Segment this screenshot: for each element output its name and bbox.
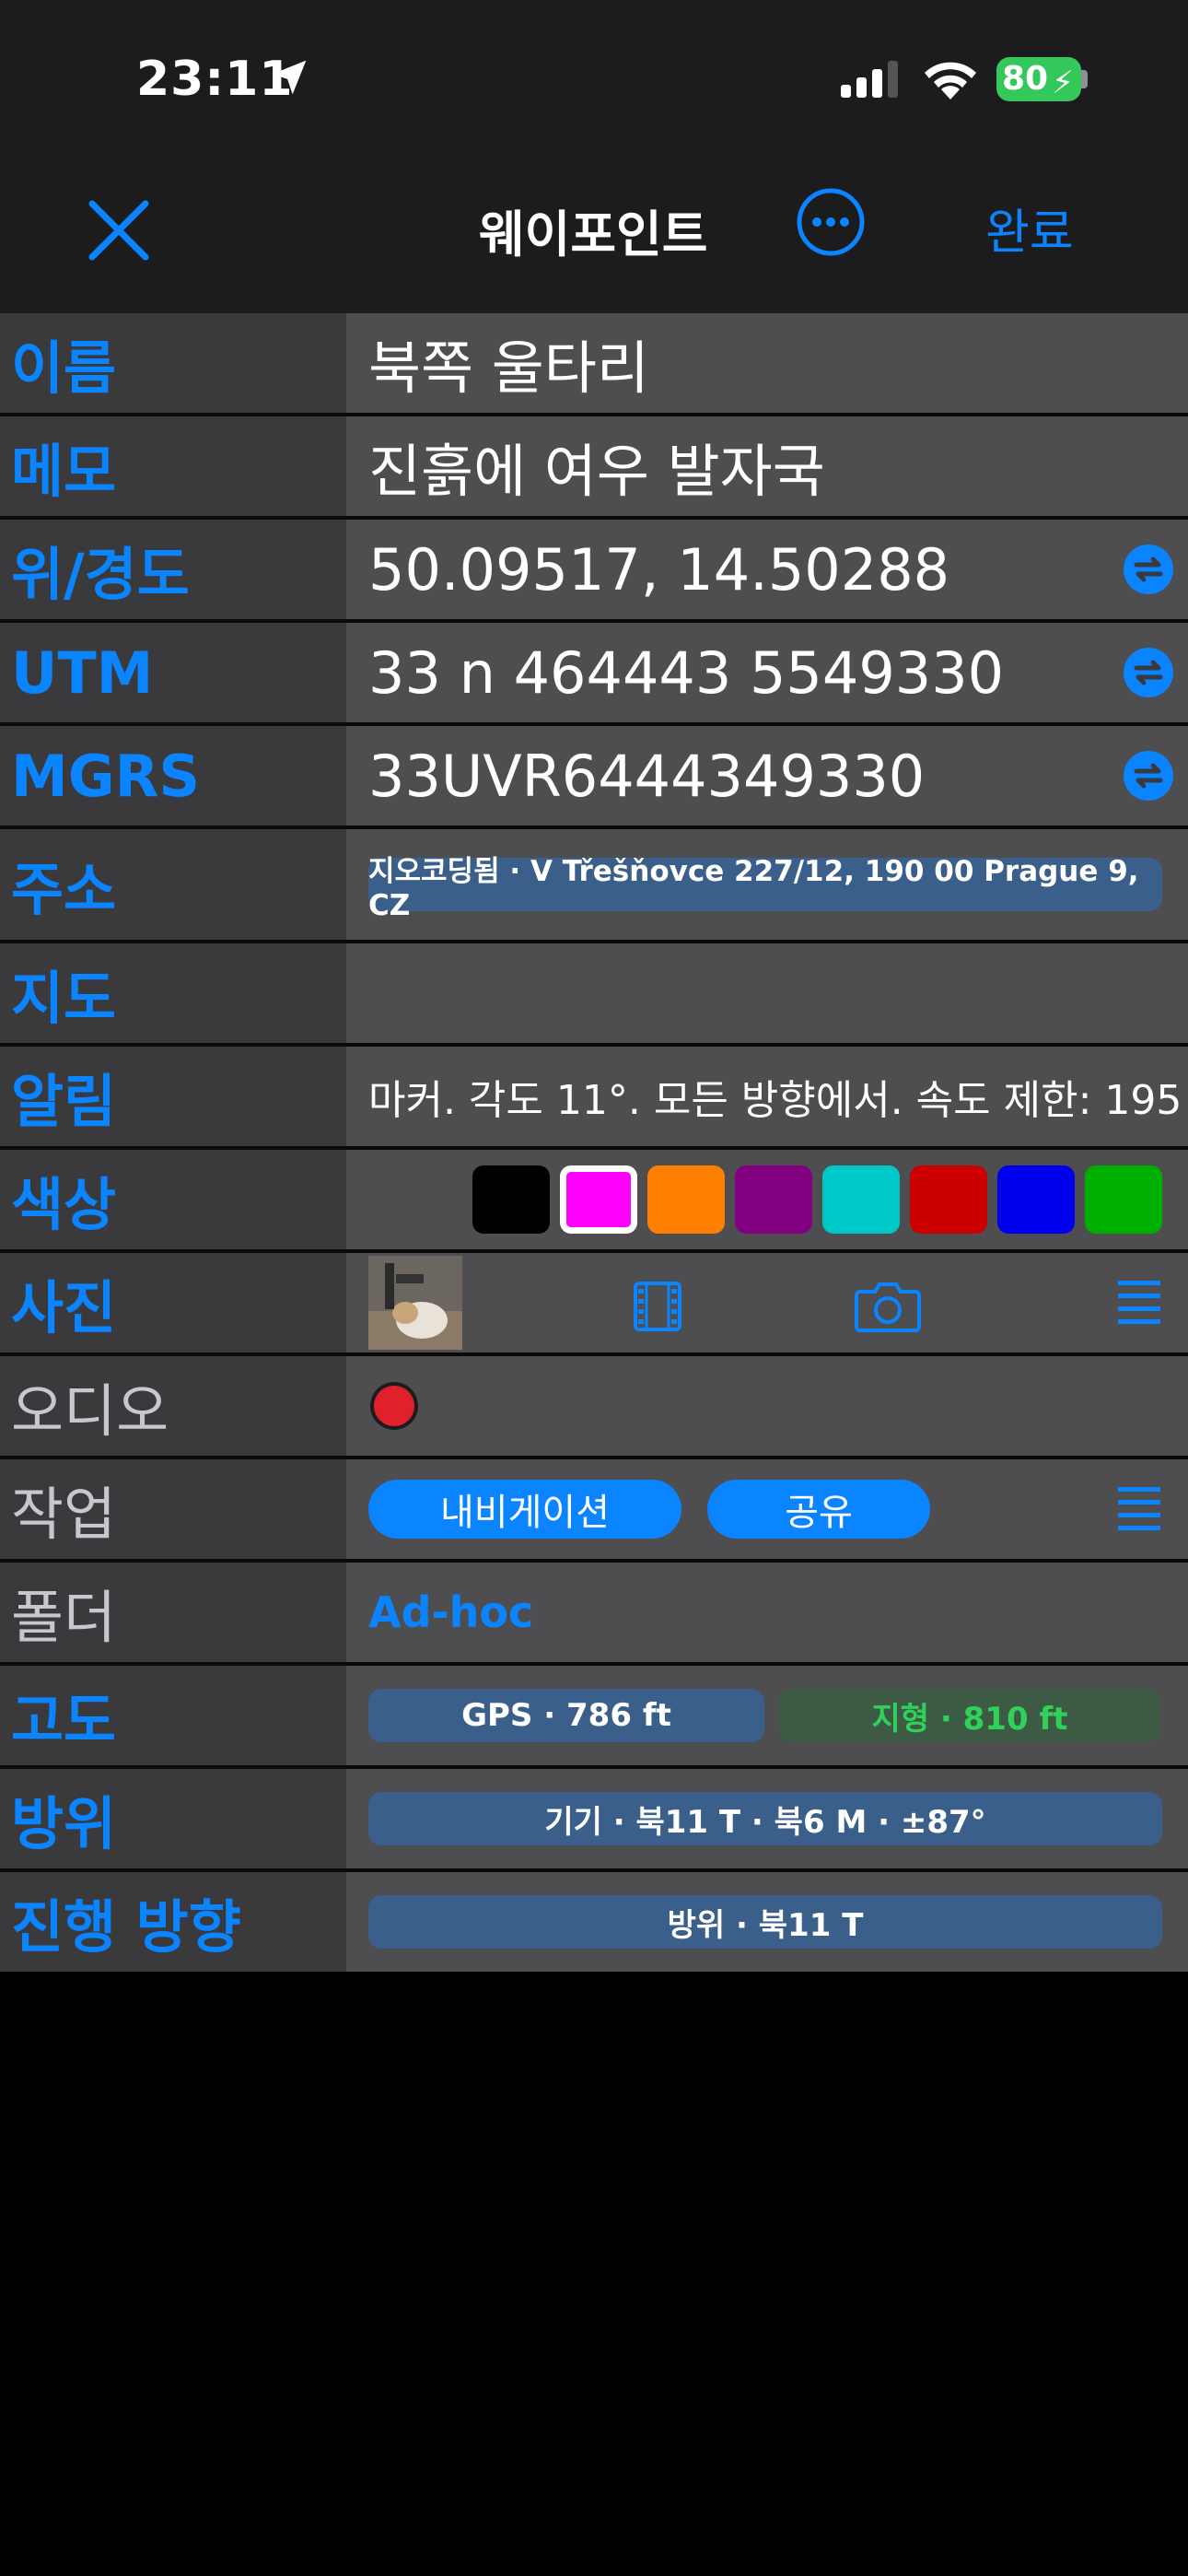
heading-pill[interactable]: 방위 · 북11 T xyxy=(368,1895,1162,1949)
photo-row: 사진 xyxy=(0,1253,1188,1356)
address-pill[interactable]: 지오코딩됨 · V Třešňovce 227/12, 190 00 Pragu… xyxy=(368,855,1162,922)
bearing-pill[interactable]: 기기 · 북11 T · 북6 M · ±87° xyxy=(368,1792,1162,1845)
alert-label: 알림 xyxy=(0,1047,346,1146)
address-label: 주소 xyxy=(0,829,346,940)
status-bar: 23:11 80 ⚡ xyxy=(0,0,1188,161)
more-options-icon[interactable] xyxy=(796,187,866,257)
battery-tip xyxy=(1081,70,1088,88)
altitude-row: 고도 GPS · 786 ft 지형 · 810 ft xyxy=(0,1666,1188,1769)
mgrs-value[interactable]: 33UVR6444349330 xyxy=(368,743,925,810)
memo-row[interactable]: 메모 진흙에 여우 발자국 xyxy=(0,416,1188,520)
battery-indicator: 80 ⚡ xyxy=(996,57,1081,101)
battery-level: 80 xyxy=(1002,60,1049,98)
heading-label: 진행 방향 xyxy=(0,1872,346,1972)
audio-label: 오디오 xyxy=(0,1356,346,1456)
terrain-altitude-pill[interactable]: 지형 · 810 ft xyxy=(779,1689,1160,1742)
convert-icon[interactable] xyxy=(1124,544,1173,594)
alert-value[interactable]: 마커. 각도 11°. 모든 방향에서. 속도 제한: 195 xyxy=(368,1067,1182,1126)
actions-label: 작업 xyxy=(0,1459,346,1559)
navigate-button[interactable]: 내비게이션 xyxy=(368,1480,681,1539)
charging-bolt-icon: ⚡ xyxy=(1052,64,1074,101)
navigation-bar: 웨이포인트 완료 xyxy=(0,161,1188,313)
bearing-label: 방위 xyxy=(0,1769,346,1868)
folder-label: 폴더 xyxy=(0,1563,346,1662)
map-label: 지도 xyxy=(0,943,346,1043)
color-swatches xyxy=(346,1150,1188,1249)
waypoint-form: 이름 북쪽 울타리 메모 진흙에 여우 발자국 위/경도 50.09517, 1… xyxy=(0,313,1188,1972)
location-arrow-icon xyxy=(272,60,307,95)
name-row[interactable]: 이름 북쪽 울타리 xyxy=(0,313,1188,416)
map-row[interactable]: 지도 xyxy=(0,943,1188,1047)
photo-label: 사진 xyxy=(0,1253,346,1352)
actions-row: 작업 내비게이션 공유 xyxy=(0,1459,1188,1563)
address-row[interactable]: 주소 지오코딩됨 · V Třešňovce 227/12, 190 00 Pr… xyxy=(0,829,1188,943)
audio-row: 오디오 xyxy=(0,1356,1188,1459)
memo-value[interactable]: 진흙에 여우 발자국 xyxy=(368,425,825,508)
memo-label: 메모 xyxy=(0,416,346,516)
color-swatch-cyan[interactable] xyxy=(822,1165,900,1234)
share-button[interactable]: 공유 xyxy=(707,1480,930,1539)
color-swatch-green[interactable] xyxy=(1085,1165,1162,1234)
convert-icon[interactable] xyxy=(1124,648,1173,697)
convert-icon[interactable] xyxy=(1124,751,1173,801)
color-swatch-black[interactable] xyxy=(472,1165,550,1234)
actions-list-icon[interactable] xyxy=(1118,1485,1160,1533)
name-value[interactable]: 북쪽 울타리 xyxy=(368,322,649,404)
map-value[interactable] xyxy=(346,943,1188,1043)
photo-list-icon[interactable] xyxy=(1118,1279,1160,1327)
heading-row: 진행 방향 방위 · 북11 T xyxy=(0,1872,1188,1972)
latlon-row[interactable]: 위/경도 50.09517, 14.50288 xyxy=(0,520,1188,623)
mgrs-row[interactable]: MGRS 33UVR6444349330 xyxy=(0,726,1188,829)
gps-altitude-pill[interactable]: GPS · 786 ft xyxy=(368,1689,764,1742)
folder-row[interactable]: 폴더 Ad-hoc xyxy=(0,1563,1188,1666)
color-swatch-purple[interactable] xyxy=(735,1165,812,1234)
utm-label: UTM xyxy=(0,623,346,722)
latlon-value[interactable]: 50.09517, 14.50288 xyxy=(368,536,949,603)
mgrs-label: MGRS xyxy=(0,726,346,825)
folder-value[interactable]: Ad-hoc xyxy=(368,1587,533,1637)
alert-row[interactable]: 알림 마커. 각도 11°. 모든 방향에서. 속도 제한: 195 xyxy=(0,1047,1188,1150)
photo-thumbnail[interactable] xyxy=(368,1256,462,1350)
cellular-signal-icon xyxy=(841,61,898,98)
close-icon[interactable] xyxy=(87,198,151,263)
utm-value[interactable]: 33 n 464443 5549330 xyxy=(368,639,1004,707)
bearing-row: 방위 기기 · 북11 T · 북6 M · ±87° xyxy=(0,1769,1188,1872)
name-label: 이름 xyxy=(0,313,346,413)
latlon-label: 위/경도 xyxy=(0,520,346,619)
page-title: 웨이포인트 xyxy=(479,205,708,263)
record-icon[interactable] xyxy=(368,1380,420,1432)
color-label: 색상 xyxy=(0,1150,346,1249)
video-icon[interactable] xyxy=(632,1281,683,1332)
utm-row[interactable]: UTM 33 n 464443 5549330 xyxy=(0,623,1188,726)
color-swatch-red[interactable] xyxy=(910,1165,987,1234)
color-swatch-magenta[interactable] xyxy=(560,1165,637,1234)
color-swatch-blue[interactable] xyxy=(997,1165,1075,1234)
done-button[interactable]: 완료 xyxy=(985,193,1074,263)
color-swatch-orange[interactable] xyxy=(647,1165,725,1234)
wifi-icon xyxy=(925,62,976,100)
altitude-label: 고도 xyxy=(0,1666,346,1765)
color-row: 색상 xyxy=(0,1150,1188,1253)
camera-icon[interactable] xyxy=(855,1281,921,1332)
